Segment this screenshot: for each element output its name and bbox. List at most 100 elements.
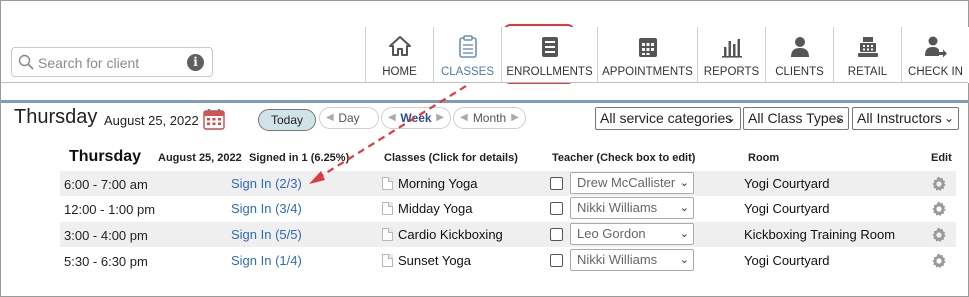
class-time: 6:00 - 7:00 am	[64, 177, 148, 192]
instructor-value: All Instructors	[857, 110, 942, 126]
teacher-edit-checkbox[interactable]	[550, 254, 563, 267]
table-row: 12:00 - 1:00 pm Sign In (3/4) Midday Yog…	[60, 196, 956, 221]
teacher-select[interactable]: Nikki Williams ⌄	[570, 197, 694, 219]
enrollments-icon	[541, 37, 558, 57]
room-name: Yogi Courtyard	[744, 253, 830, 268]
teacher-select[interactable]: Drew McCallister ⌄	[570, 172, 694, 194]
check-in-icon	[924, 36, 947, 58]
page-title-date: August 25, 2022	[104, 113, 199, 128]
nav-classes[interactable]: CLASSES	[433, 24, 574, 84]
room-name: Yogi Courtyard	[744, 201, 830, 216]
class-name-link[interactable]: Midday Yoga	[398, 201, 472, 216]
nav-reports[interactable]: REPORTS	[697, 27, 765, 83]
teacher-select[interactable]: Leo Gordon ⌄	[570, 223, 694, 245]
client-search[interactable]: Search for client i	[11, 47, 213, 77]
nav-appointments[interactable]: APPOINTMENTS	[597, 27, 697, 83]
page-title-day: Thursday	[14, 106, 98, 128]
column-header-teacher: Teacher (Check box to edit)	[552, 152, 696, 164]
gear-icon[interactable]	[931, 176, 947, 192]
instructor-select[interactable]: All Instructors ⌄	[852, 107, 959, 130]
view-month-button[interactable]: ◀ Month ▶	[453, 107, 526, 129]
column-header-classes: Classes (Click for details)	[384, 152, 518, 164]
bar-chart-icon	[721, 39, 742, 58]
gear-icon[interactable]	[931, 227, 947, 243]
calendar-icon[interactable]	[203, 108, 225, 130]
teacher-value: Nikki Williams	[577, 200, 658, 215]
class-name-link[interactable]: Morning Yoga	[398, 176, 478, 191]
class-type-value: All Class Types	[748, 110, 844, 126]
document-icon	[382, 202, 393, 215]
sign-in-link[interactable]: Sign In (1/4)	[231, 253, 302, 268]
nav-retail-label: RETAIL	[847, 66, 888, 78]
sign-in-link[interactable]: Sign In (5/5)	[231, 227, 302, 242]
nav-home[interactable]: HOME	[365, 27, 433, 83]
today-button[interactable]: Today	[258, 109, 316, 131]
chevron-down-icon: ⌄	[677, 173, 689, 193]
person-icon	[790, 37, 809, 57]
teacher-edit-checkbox[interactable]	[550, 228, 563, 241]
search-input[interactable]: Search for client	[38, 55, 139, 71]
cash-register-icon	[857, 37, 878, 57]
gear-icon[interactable]	[931, 201, 947, 217]
info-icon[interactable]: i	[187, 54, 204, 71]
teacher-select[interactable]: Nikki Williams ⌄	[570, 249, 694, 271]
chevron-down-icon: ⌄	[677, 224, 689, 244]
chevron-down-icon: ⌄	[677, 250, 689, 270]
sign-in-link[interactable]: Sign In (2/3)	[231, 176, 302, 191]
nav-clients-label: CLIENTS	[775, 66, 824, 78]
sign-in-link[interactable]: Sign In (3/4)	[231, 201, 302, 216]
header-divider	[1, 100, 968, 103]
column-header-edit: Edit	[931, 152, 952, 164]
nav-home-label: HOME	[382, 66, 417, 78]
chevron-down-icon: ⌄	[943, 111, 954, 125]
chevron-down-icon: ⌄	[677, 198, 689, 218]
top-bar: Search for client i HOME CLASSES ENROLLM…	[1, 1, 969, 101]
column-header-room: Room	[748, 152, 780, 164]
nav-enrollments-label: ENROLLMENTS	[506, 66, 593, 78]
chevron-down-icon: ⌄	[833, 111, 844, 125]
teacher-value: Drew McCallister	[577, 175, 676, 190]
calendar-grid-icon	[638, 38, 657, 57]
class-time: 3:00 - 4:00 pm	[64, 228, 148, 243]
nav-classes-label: CLASSES	[440, 66, 495, 78]
chevron-down-icon: ⌄	[725, 111, 736, 125]
service-category-select[interactable]: All service categories ⌄	[595, 107, 741, 130]
nav-bottom-border	[1, 82, 968, 83]
room-name: Kickboxing Training Room	[744, 227, 896, 242]
search-icon	[18, 54, 34, 70]
nav-check-in-label: CHECK IN	[908, 66, 963, 78]
chevron-right-icon: ▶	[436, 112, 444, 123]
table-row: 5:30 - 6:30 pm Sign In (1/4) Sunset Yoga…	[60, 248, 956, 273]
document-icon	[382, 177, 393, 190]
table-row: 6:00 - 7:00 am Sign In (2/3) Morning Yog…	[60, 171, 956, 196]
table-day-heading: Thursday	[69, 148, 142, 165]
class-name-link[interactable]: Cardio Kickboxing	[398, 227, 503, 242]
service-category-value: All service categories	[600, 110, 733, 126]
class-time: 12:00 - 1:00 pm	[64, 202, 156, 217]
nav-reports-label: REPORTS	[703, 66, 760, 78]
main-nav: HOME CLASSES ENROLLMENTS APPOINTMENTS RE…	[365, 24, 969, 84]
view-day-label: Day	[338, 111, 360, 125]
signed-in-summary: Signed in 1 (6.25%)	[249, 152, 350, 164]
teacher-value: Leo Gordon	[577, 226, 646, 241]
teacher-edit-checkbox[interactable]	[550, 177, 563, 190]
document-icon	[382, 228, 393, 241]
class-type-select[interactable]: All Class Types ⌄	[743, 107, 849, 130]
nav-check-in[interactable]: CHECK IN	[901, 27, 969, 83]
gear-icon[interactable]	[931, 253, 947, 269]
teacher-edit-checkbox[interactable]	[550, 202, 563, 215]
nav-clients[interactable]: CLIENTS	[765, 27, 833, 83]
class-time: 5:30 - 6:30 pm	[64, 254, 148, 269]
nav-enrollments[interactable]: ENROLLMENTS	[501, 27, 597, 83]
view-day-button[interactable]: ◀ Day	[319, 107, 379, 129]
clipboard-icon	[458, 35, 477, 58]
nav-appointments-label: APPOINTMENTS	[602, 66, 693, 78]
table-date-heading: August 25, 2022	[158, 152, 242, 164]
document-icon	[382, 254, 393, 267]
home-icon	[388, 36, 411, 56]
room-name: Yogi Courtyard	[744, 176, 830, 191]
nav-retail[interactable]: RETAIL	[833, 27, 901, 83]
class-name-link[interactable]: Sunset Yoga	[398, 253, 471, 268]
teacher-value: Nikki Williams	[577, 252, 658, 267]
view-week-button[interactable]: ◀ Week ▶	[381, 107, 451, 129]
